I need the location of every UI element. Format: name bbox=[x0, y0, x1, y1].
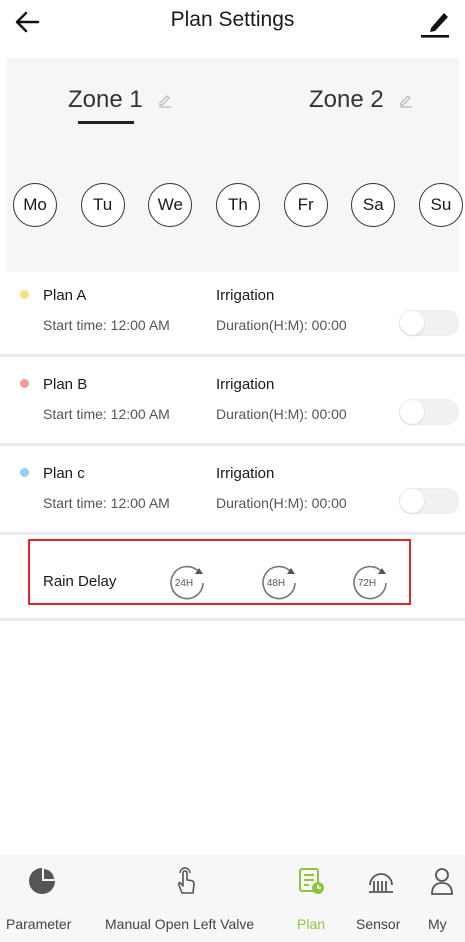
plan-type: Irrigation bbox=[216, 465, 275, 482]
zone-tab-2[interactable]: Zone 2 bbox=[309, 86, 414, 114]
page-title: Plan Settings bbox=[170, 8, 295, 31]
toggle-knob bbox=[400, 311, 424, 335]
day-tuesday[interactable]: Tu bbox=[80, 183, 125, 227]
plan-start-time: Start time: 12:00 AM bbox=[43, 317, 170, 333]
rain-delay-row: Rain Delay 24H 48H 72H bbox=[0, 533, 465, 621]
zone-label: Zone 1 bbox=[68, 86, 143, 113]
weekday-selector: Mo Tu We Th Fr Sa Su bbox=[13, 183, 463, 227]
plan-toggle[interactable] bbox=[399, 488, 459, 514]
nav-label: My bbox=[428, 916, 447, 932]
sensor-icon bbox=[369, 873, 393, 893]
plan-duration: Duration(H:M): 00:00 bbox=[216, 406, 347, 422]
plan-row-a[interactable]: Plan A Start time: 12:00 AM Irrigation D… bbox=[0, 275, 465, 357]
nav-sensor[interactable]: Sensor bbox=[350, 855, 412, 942]
plan-toggle[interactable] bbox=[399, 399, 459, 425]
toggle-knob bbox=[400, 489, 424, 513]
plan-start-time: Start time: 12:00 AM bbox=[43, 406, 170, 422]
delay-clock-icon: 72H bbox=[353, 565, 387, 600]
rain-delay-label: Rain Delay bbox=[43, 573, 117, 590]
zone-tab-1[interactable]: Zone 1 bbox=[68, 86, 173, 114]
delay-clock-icon: 24H bbox=[170, 565, 204, 600]
pencil-icon bbox=[421, 13, 449, 38]
delay-option-label: 48H bbox=[267, 578, 285, 589]
plan-start-time: Start time: 12:00 AM bbox=[43, 495, 170, 511]
plan-row-c[interactable]: Plan c Start time: 12:00 AM Irrigation D… bbox=[0, 453, 465, 535]
plan-duration: Duration(H:M): 00:00 bbox=[216, 495, 347, 511]
person-icon bbox=[431, 868, 453, 895]
plan-name: Plan A bbox=[43, 287, 87, 304]
bottom-navigation: Parameter Manual Open Left Valve Plan Se… bbox=[0, 855, 465, 942]
header: Plan Settings bbox=[0, 0, 465, 44]
nav-label: Sensor bbox=[356, 916, 401, 932]
day-friday[interactable]: Fr bbox=[283, 183, 328, 227]
edit-pencil-icon bbox=[399, 95, 412, 108]
nav-label: Plan bbox=[297, 916, 326, 932]
day-monday[interactable]: Mo bbox=[13, 183, 57, 227]
plan-type: Irrigation bbox=[216, 376, 275, 393]
nav-manual-open-left-valve[interactable]: Manual Open Left Valve bbox=[100, 855, 276, 942]
toggle-knob bbox=[400, 400, 424, 424]
edit-pencil-icon bbox=[158, 95, 171, 108]
hand-tap-icon bbox=[177, 867, 195, 894]
plan-color-dot bbox=[20, 379, 29, 388]
nav-parameter[interactable]: Parameter bbox=[0, 855, 86, 942]
day-sunday[interactable]: Su bbox=[418, 183, 463, 227]
plan-duration: Duration(H:M): 00:00 bbox=[216, 317, 347, 333]
delay-clock-icon: 48H bbox=[262, 565, 296, 600]
nav-my[interactable]: My bbox=[420, 855, 464, 942]
plan-type: Irrigation bbox=[216, 287, 275, 304]
plan-name: Plan c bbox=[43, 465, 85, 482]
day-thursday[interactable]: Th bbox=[215, 183, 260, 227]
edit-button[interactable] bbox=[415, 4, 455, 40]
day-saturday[interactable]: Sa bbox=[351, 183, 396, 227]
nav-label: Manual Open Left Valve bbox=[105, 916, 255, 932]
delay-option-label: 24H bbox=[175, 578, 193, 589]
nav-plan[interactable]: Plan bbox=[290, 855, 340, 942]
rain-delay-48h-button[interactable]: 48H bbox=[255, 559, 303, 603]
zone-panel: Zone 1 Zone 2 Mo Tu We Th Fr Sa Su bbox=[6, 58, 463, 272]
zone-selected-indicator bbox=[78, 121, 134, 124]
plan-document-icon bbox=[299, 868, 324, 894]
plan-toggle[interactable] bbox=[399, 310, 459, 336]
nav-label: Parameter bbox=[6, 916, 72, 932]
delay-option-label: 72H bbox=[358, 578, 376, 589]
plan-color-dot bbox=[20, 468, 29, 477]
plan-row-b[interactable]: Plan B Start time: 12:00 AM Irrigation D… bbox=[0, 364, 465, 446]
day-wednesday[interactable]: We bbox=[148, 183, 193, 227]
pie-chart-icon bbox=[29, 868, 55, 894]
plan-color-dot bbox=[20, 290, 29, 299]
zone-label: Zone 2 bbox=[309, 86, 384, 113]
plan-name: Plan B bbox=[43, 376, 88, 393]
rain-delay-72h-button[interactable]: 72H bbox=[346, 559, 394, 603]
rain-delay-24h-button[interactable]: 24H bbox=[163, 559, 211, 603]
